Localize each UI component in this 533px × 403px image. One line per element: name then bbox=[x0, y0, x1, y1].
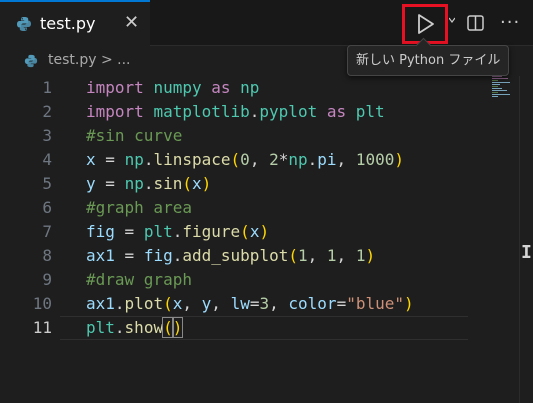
line-number: 7 bbox=[42, 222, 52, 241]
code-line[interactable]: 2 import matplotlib.pyplot as plt bbox=[0, 100, 520, 124]
code-line[interactable]: 5 y = np.sin(x) bbox=[0, 172, 520, 196]
play-icon[interactable] bbox=[413, 13, 437, 35]
code-text[interactable]: fig = plt.figure(x) bbox=[86, 220, 269, 244]
minimap[interactable] bbox=[478, 76, 518, 116]
line-number: 8 bbox=[42, 246, 52, 265]
line-number: 1 bbox=[42, 78, 52, 97]
breadcrumb-path[interactable]: test.py > ... bbox=[48, 52, 131, 68]
code-text[interactable]: ax1.plot(x, y, lw=3, color="blue") bbox=[86, 292, 414, 316]
code-text[interactable]: #sin curve bbox=[86, 124, 182, 148]
code-text[interactable]: import matplotlib.pyplot as plt bbox=[86, 100, 385, 124]
chevron-down-icon[interactable] bbox=[449, 14, 455, 26]
code-text[interactable]: ax1 = fig.add_subplot(1, 1, 1) bbox=[86, 244, 375, 268]
split-editor-icon[interactable] bbox=[467, 15, 484, 31]
line-number: 9 bbox=[42, 270, 52, 289]
python-file-icon bbox=[24, 54, 38, 68]
code-line[interactable]: 7 fig = plt.figure(x) bbox=[0, 220, 520, 244]
line-number: 3 bbox=[42, 126, 52, 145]
code-line[interactable]: 1 import numpy as np bbox=[0, 76, 520, 100]
line-number: 4 bbox=[42, 150, 52, 169]
code-text[interactable]: #graph area bbox=[86, 196, 192, 220]
tooltip: 新しい Python ファイル bbox=[347, 45, 510, 76]
code-line[interactable]: 3 #sin curve bbox=[0, 124, 520, 148]
code-text[interactable]: import numpy as np bbox=[86, 76, 259, 100]
more-actions-icon[interactable]: ··· bbox=[500, 12, 520, 33]
line-number: 2 bbox=[42, 102, 52, 121]
vertical-scrollbar[interactable] bbox=[519, 76, 533, 403]
code-line[interactable]: 8 ax1 = fig.add_subplot(1, 1, 1) bbox=[0, 244, 520, 268]
close-icon[interactable]: ✕ bbox=[124, 12, 139, 34]
code-line[interactable]: 6 #graph area bbox=[0, 196, 520, 220]
code-line[interactable]: 11 plt.show() bbox=[0, 316, 520, 340]
line-number: 6 bbox=[42, 198, 52, 217]
text-cursor-icon: I bbox=[521, 242, 532, 263]
python-file-icon bbox=[17, 17, 31, 31]
editor-tab-bar: test.py ✕ ··· bbox=[0, 0, 533, 46]
code-editor[interactable]: 1 import numpy as np 2 import matplotlib.py… bbox=[0, 76, 533, 403]
code-text[interactable]: plt.show() bbox=[86, 316, 184, 340]
code-line[interactable]: 4 x = np.linspace(0, 2*np.pi, 1000) bbox=[0, 148, 520, 172]
tab-label: test.py bbox=[40, 14, 96, 33]
line-number: 10 bbox=[32, 294, 52, 313]
code-text[interactable]: #draw graph bbox=[86, 268, 192, 292]
code-text[interactable]: y = np.sin(x) bbox=[86, 172, 211, 196]
code-line[interactable]: 10 ax1.plot(x, y, lw=3, color="blue") bbox=[0, 292, 520, 316]
code-line[interactable]: 9 #draw graph bbox=[0, 268, 520, 292]
run-button-highlight bbox=[402, 4, 448, 44]
code-text[interactable]: x = np.linspace(0, 2*np.pi, 1000) bbox=[86, 148, 404, 172]
line-number: 11 bbox=[32, 318, 52, 337]
line-number: 5 bbox=[42, 174, 52, 193]
tab-test-py[interactable]: test.py ✕ bbox=[0, 0, 150, 46]
